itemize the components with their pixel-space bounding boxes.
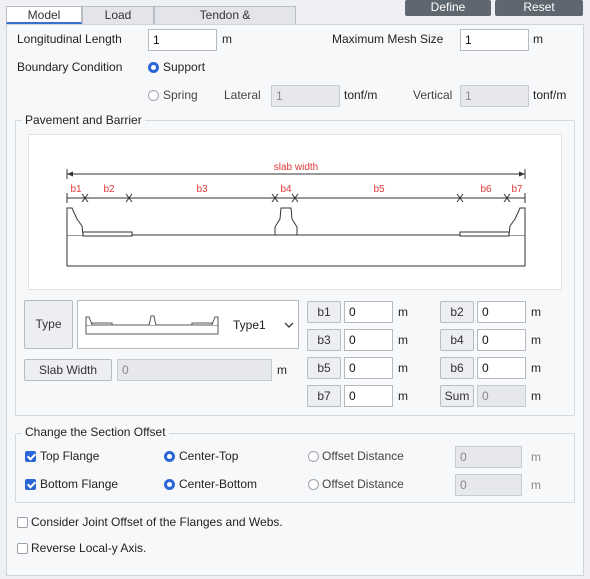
offset-distance-top-input[interactable]: 0 xyxy=(455,446,522,468)
b6-button[interactable]: b6 xyxy=(440,357,474,379)
support-radio[interactable] xyxy=(148,62,159,73)
offset-distance-bottom-radio[interactable] xyxy=(308,479,319,490)
offset-distance-bottom-input[interactable]: 0 xyxy=(455,474,522,496)
center-top-label: Center-Top xyxy=(179,449,239,463)
dim-label-b2: b2 xyxy=(103,184,115,195)
max-mesh-size-input[interactable]: 1 xyxy=(460,29,529,51)
spring-radio[interactable] xyxy=(148,90,159,101)
joint-offset-checkbox[interactable] xyxy=(17,517,28,528)
b4-unit: m xyxy=(531,333,541,347)
dim-label-b3: b3 xyxy=(196,184,208,195)
longitudinal-length-label: Longitudinal Length xyxy=(17,32,122,46)
tab-bar: Model Load Tendon & Reinforcement xyxy=(6,6,296,38)
bottom-flange-checkbox[interactable] xyxy=(25,479,36,490)
b5-unit: m xyxy=(398,361,408,375)
type-button[interactable]: Type xyxy=(24,300,73,349)
tab-tendon-reinforcement[interactable]: Tendon & Reinforcement xyxy=(154,6,296,38)
b3-unit: m xyxy=(398,333,408,347)
sum-unit: m xyxy=(531,389,541,403)
b3-input[interactable]: 0 xyxy=(344,329,393,351)
type-select[interactable]: Type1 xyxy=(77,300,299,349)
b6-input[interactable]: 0 xyxy=(477,357,526,379)
b6-unit: m xyxy=(531,361,541,375)
b7-unit: m xyxy=(398,389,408,403)
b2-input[interactable]: 0 xyxy=(477,301,526,323)
b5-button[interactable]: b5 xyxy=(307,357,341,379)
center-bottom-radio[interactable] xyxy=(164,479,175,490)
b2-unit: m xyxy=(531,305,541,319)
b1-input[interactable]: 0 xyxy=(344,301,393,323)
vertical-input[interactable]: 1 xyxy=(460,85,529,107)
slab-width-dim-label: slab width xyxy=(274,162,318,173)
dim-label-b1: b1 xyxy=(70,184,82,195)
b4-input[interactable]: 0 xyxy=(477,329,526,351)
spring-label: Spring xyxy=(163,88,198,102)
section-diagram: slab width b1 b2 b3 b4 b5 b6 b7 xyxy=(28,134,562,290)
define-button[interactable]: Define xyxy=(405,0,491,16)
boundary-condition-label: Boundary Condition xyxy=(17,60,123,74)
b3-button[interactable]: b3 xyxy=(307,329,341,351)
max-mesh-size-unit: m xyxy=(533,32,543,46)
sum-button[interactable]: Sum xyxy=(440,385,474,407)
sum-input[interactable]: 0 xyxy=(477,385,526,407)
dim-label-b6: b6 xyxy=(480,184,492,195)
lateral-input[interactable]: 1 xyxy=(271,85,340,107)
pavement-barrier-title: Pavement and Barrier xyxy=(22,113,145,127)
b2-button[interactable]: b2 xyxy=(440,301,474,323)
center-bottom-label: Center-Bottom xyxy=(179,477,258,491)
top-flange-checkbox[interactable] xyxy=(25,451,36,462)
b7-button[interactable]: b7 xyxy=(307,385,341,407)
offset-distance-bottom-unit: m xyxy=(531,478,541,492)
chevron-down-icon xyxy=(284,322,294,328)
reverse-local-y-label: Reverse Local-y Axis. xyxy=(31,541,147,555)
offset-distance-top-unit: m xyxy=(531,450,541,464)
dim-label-b5: b5 xyxy=(373,184,385,195)
vertical-unit: tonf/m xyxy=(533,88,567,102)
lateral-label: Lateral xyxy=(224,88,261,102)
longitudinal-length-input[interactable]: 1 xyxy=(148,29,217,51)
vertical-label: Vertical xyxy=(413,88,453,102)
center-top-radio[interactable] xyxy=(164,451,175,462)
type-select-value: Type1 xyxy=(233,318,266,332)
type-thumbnail-icon xyxy=(85,315,219,335)
reset-button[interactable]: Reset xyxy=(495,0,583,16)
offset-distance-bottom-label: Offset Distance xyxy=(322,477,404,491)
b1-button[interactable]: b1 xyxy=(307,301,341,323)
b5-input[interactable]: 0 xyxy=(344,357,393,379)
tab-model[interactable]: Model xyxy=(6,6,82,24)
slab-width-input[interactable]: 0 xyxy=(117,359,272,381)
dim-label-b4: b4 xyxy=(280,184,292,195)
slab-width-unit: m xyxy=(277,363,287,377)
reverse-local-y-checkbox[interactable] xyxy=(17,543,28,554)
max-mesh-size-label: Maximum Mesh Size xyxy=(332,32,444,46)
joint-offset-label: Consider Joint Offset of the Flanges and… xyxy=(31,515,283,529)
support-label: Support xyxy=(163,60,206,74)
dim-label-b7: b7 xyxy=(511,184,523,195)
slab-width-button[interactable]: Slab Width xyxy=(24,359,112,381)
lateral-unit: tonf/m xyxy=(344,88,378,102)
offset-distance-top-label: Offset Distance xyxy=(322,449,404,463)
offset-distance-top-radio[interactable] xyxy=(308,451,319,462)
tab-load[interactable]: Load xyxy=(82,6,154,24)
b7-input[interactable]: 0 xyxy=(344,385,393,407)
section-offset-title: Change the Section Offset xyxy=(22,425,169,439)
b1-unit: m xyxy=(398,305,408,319)
bottom-flange-label: Bottom Flange xyxy=(40,477,119,491)
b4-button[interactable]: b4 xyxy=(440,329,474,351)
top-flange-label: Top Flange xyxy=(40,449,100,463)
longitudinal-length-unit: m xyxy=(222,32,232,46)
